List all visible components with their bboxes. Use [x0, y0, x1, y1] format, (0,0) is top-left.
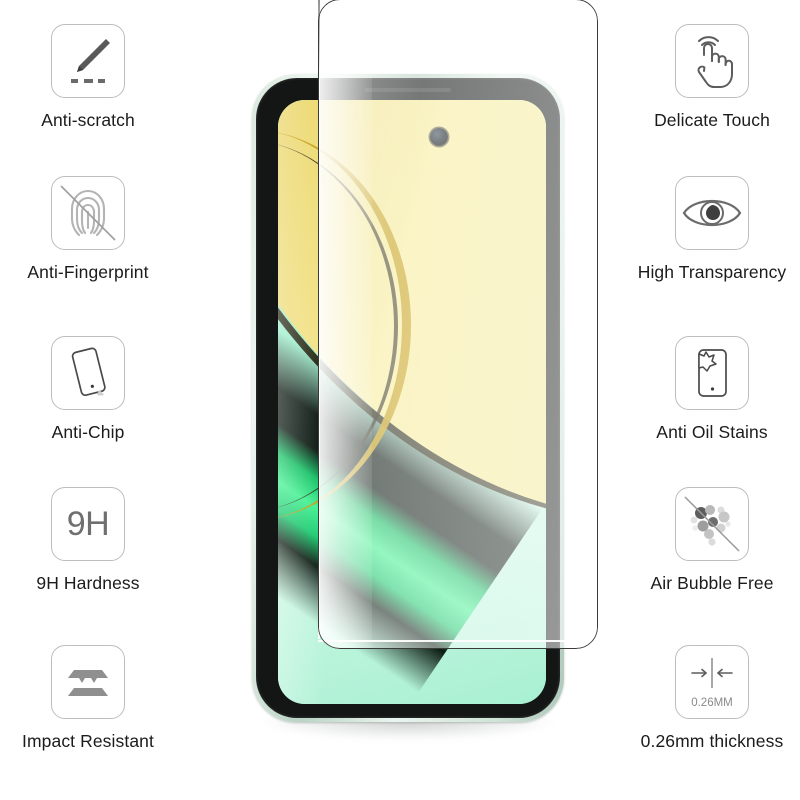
smartphone-mockup: [252, 74, 564, 742]
feature-label: Air Bubble Free: [650, 573, 774, 593]
feature-delicate-touch: Delicate Touch: [597, 24, 800, 130]
phone-oil-splash-icon: [675, 336, 749, 410]
feature-thickness: 0.26MM 0.26mm thickness: [597, 645, 800, 751]
knife-scratch-icon: [51, 24, 125, 98]
feature-label: Impact Resistant: [22, 731, 154, 751]
feature-label: 0.26mm thickness: [640, 731, 784, 751]
front-camera-icon: [430, 128, 448, 146]
feature-anti-oil-stains: Anti Oil Stains: [597, 336, 800, 442]
feature-air-bubble-free: Air Bubble Free: [597, 487, 800, 593]
feature-label: Anti-scratch: [41, 110, 135, 130]
left-feature-column: Anti-scratch Anti-Fingerprint Anti-Chip …: [0, 0, 203, 800]
feature-label: Anti-Fingerprint: [27, 262, 149, 282]
hardness-value: 9H: [66, 505, 110, 543]
thickness-arrows-icon: 0.26MM: [675, 645, 749, 719]
fingerprint-crossed-icon: [51, 176, 125, 250]
feature-label: Anti-Chip: [51, 422, 125, 442]
bubbles-crossed-icon: [675, 487, 749, 561]
feature-9h-hardness: 9H 9H Hardness: [0, 487, 203, 593]
right-feature-column: Delicate Touch High Transparency Anti Oi…: [597, 0, 800, 800]
feature-impact-resistant: Impact Resistant: [0, 645, 203, 751]
feature-anti-chip: Anti-Chip: [0, 336, 203, 442]
hardness-9h-icon: 9H: [51, 487, 125, 561]
feature-anti-scratch: Anti-scratch: [0, 24, 203, 130]
phone-frame: [252, 74, 564, 722]
phone-screen: [278, 100, 546, 704]
screen-gloss: [278, 100, 324, 704]
phone-bezel: [256, 78, 560, 718]
eye-icon: [675, 176, 749, 250]
tilted-glass-panel-icon: [51, 336, 125, 410]
earpiece-speaker-icon: [365, 88, 451, 92]
feature-label: 9H Hardness: [36, 573, 140, 593]
stacked-layers-icon: [51, 645, 125, 719]
feature-high-transparency: High Transparency: [597, 176, 800, 282]
feature-label: High Transparency: [637, 262, 787, 282]
feature-anti-fingerprint: Anti-Fingerprint: [0, 176, 203, 282]
feature-label: Anti Oil Stains: [656, 422, 768, 442]
product-infographic: Anti-scratch Anti-Fingerprint Anti-Chip …: [0, 0, 800, 800]
feature-label: Delicate Touch: [654, 110, 770, 130]
tapping-hand-icon: [675, 24, 749, 98]
thickness-value: 0.26MM: [691, 696, 733, 709]
